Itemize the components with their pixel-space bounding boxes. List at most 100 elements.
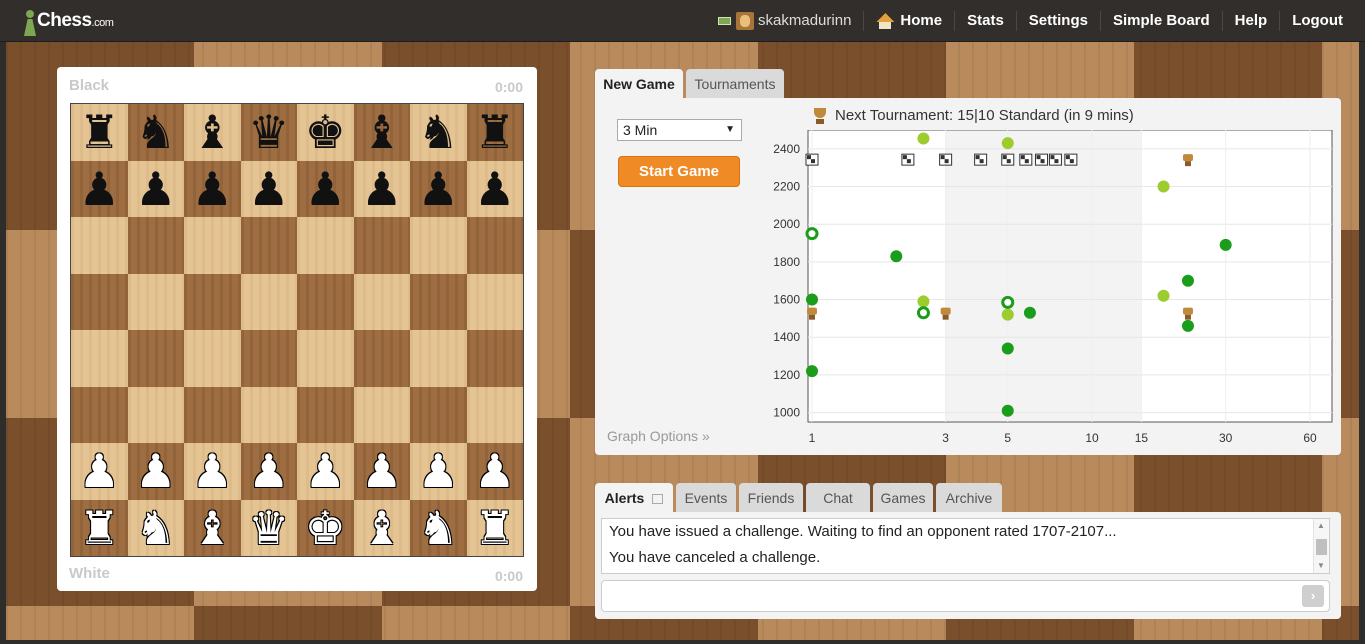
board-square[interactable]: ♜ [71,499,128,556]
tab-alerts[interactable]: Alerts [595,483,673,513]
board-square[interactable] [353,217,410,274]
board-square[interactable]: ♞ [127,499,184,556]
board-square[interactable] [184,217,241,274]
tab-archive[interactable]: Archive [936,483,1002,513]
seek-point[interactable] [1001,342,1014,355]
graph-options-link[interactable]: Graph Options » [607,428,710,444]
seek-point[interactable] [1001,404,1014,417]
board-square[interactable]: ♟ [297,443,354,500]
nav-logout[interactable]: Logout [1279,11,1355,31]
board-square[interactable] [184,330,241,387]
board-square[interactable]: ♝ [353,499,410,556]
seek-point[interactable] [1181,319,1194,332]
board-square[interactable]: ♚ [297,499,354,556]
nav-simple-board[interactable]: Simple Board [1099,11,1222,31]
board-square[interactable]: ♜ [466,104,523,161]
board-square[interactable]: ♟ [466,443,523,500]
white-piece[interactable]: ♟ [248,448,289,494]
board-square[interactable]: ♟ [127,443,184,500]
board-square[interactable] [353,273,410,330]
black-piece[interactable]: ♚ [305,109,346,155]
tab-tournaments[interactable]: Tournaments [686,69,784,99]
board-square[interactable]: ♝ [184,104,241,161]
board-square[interactable] [353,386,410,443]
seek-point[interactable] [1023,306,1036,319]
trophy-icon[interactable] [1182,154,1193,162]
seek-point[interactable] [890,250,903,263]
white-piece[interactable]: ♜ [474,505,515,551]
seek-point[interactable] [1157,289,1170,302]
board-square[interactable] [240,217,297,274]
black-piece[interactable]: ♞ [135,109,176,155]
seek-point[interactable] [805,227,819,241]
board-square[interactable]: ♛ [240,499,297,556]
board-square[interactable]: ♝ [353,104,410,161]
trophy-icon[interactable] [940,307,951,315]
board-square[interactable] [297,330,354,387]
board-square[interactable] [466,386,523,443]
board-square[interactable] [297,217,354,274]
trophy-icon[interactable] [1182,307,1193,315]
nav-stats[interactable]: Stats [954,11,1016,31]
white-piece[interactable]: ♟ [474,448,515,494]
popout-icon[interactable] [652,494,664,505]
white-piece[interactable]: ♝ [192,505,233,551]
board-square[interactable]: ♜ [466,499,523,556]
board-square[interactable]: ♟ [297,160,354,217]
time-control-select[interactable]: 3 Min ▼ [617,119,742,141]
board-square[interactable] [127,273,184,330]
black-piece[interactable]: ♞ [418,109,459,155]
board-square[interactable]: ♛ [240,104,297,161]
board-square[interactable]: ♟ [466,160,523,217]
board-square[interactable] [240,330,297,387]
board-square[interactable]: ♞ [410,104,467,161]
seek-point[interactable] [1001,137,1014,150]
board-square[interactable]: ♟ [410,443,467,500]
tab-friends[interactable]: Friends [739,483,803,513]
board-square[interactable]: ♟ [240,443,297,500]
black-piece[interactable]: ♝ [361,109,402,155]
black-piece[interactable]: ♟ [135,166,176,212]
black-piece[interactable]: ♟ [361,166,402,212]
board-square[interactable] [410,330,467,387]
scroll-thumb[interactable] [1316,539,1327,555]
nav-help[interactable]: Help [1221,11,1280,31]
black-piece[interactable]: ♛ [248,109,289,155]
board-square[interactable] [71,273,128,330]
board-square[interactable] [240,273,297,330]
chess-logo[interactable]: Chess.com [24,6,114,36]
seek-point[interactable] [917,295,930,308]
board-square[interactable] [410,386,467,443]
board-square[interactable]: ♞ [410,499,467,556]
black-piece[interactable]: ♟ [192,166,233,212]
black-piece[interactable]: ♟ [305,166,346,212]
white-piece[interactable]: ♟ [418,448,459,494]
board-square[interactable] [466,217,523,274]
black-piece[interactable]: ♜ [79,109,120,155]
alerts-scrollbar[interactable]: ▲ ▼ [1313,519,1329,573]
trophy-icon[interactable] [807,307,817,315]
black-piece[interactable]: ♟ [248,166,289,212]
board-square[interactable] [297,273,354,330]
scroll-down-icon[interactable]: ▼ [1317,561,1325,570]
board-square[interactable]: ♟ [353,160,410,217]
white-piece[interactable]: ♟ [192,448,233,494]
seek-point[interactable] [1001,295,1015,309]
board-square[interactable] [466,273,523,330]
board-square[interactable]: ♞ [127,104,184,161]
board-square[interactable]: ♟ [71,443,128,500]
chat-input[interactable]: › [601,580,1330,612]
white-piece[interactable]: ♜ [79,505,120,551]
white-piece[interactable]: ♞ [135,505,176,551]
black-piece[interactable]: ♝ [192,109,233,155]
board-square[interactable] [240,386,297,443]
tab-games[interactable]: Games [873,483,933,513]
user-menu[interactable]: skakmadurinn [706,11,863,31]
board-square[interactable] [127,386,184,443]
seek-graph[interactable]: 2400 2200 2000 1800 1600 1400 1200 1000 1 3 5 10 15 3… [768,130,1334,448]
board-square[interactable] [71,386,128,443]
board-square[interactable] [127,330,184,387]
seek-point[interactable] [916,306,930,320]
seek-point[interactable] [806,365,818,378]
seek-point[interactable] [1001,308,1014,321]
